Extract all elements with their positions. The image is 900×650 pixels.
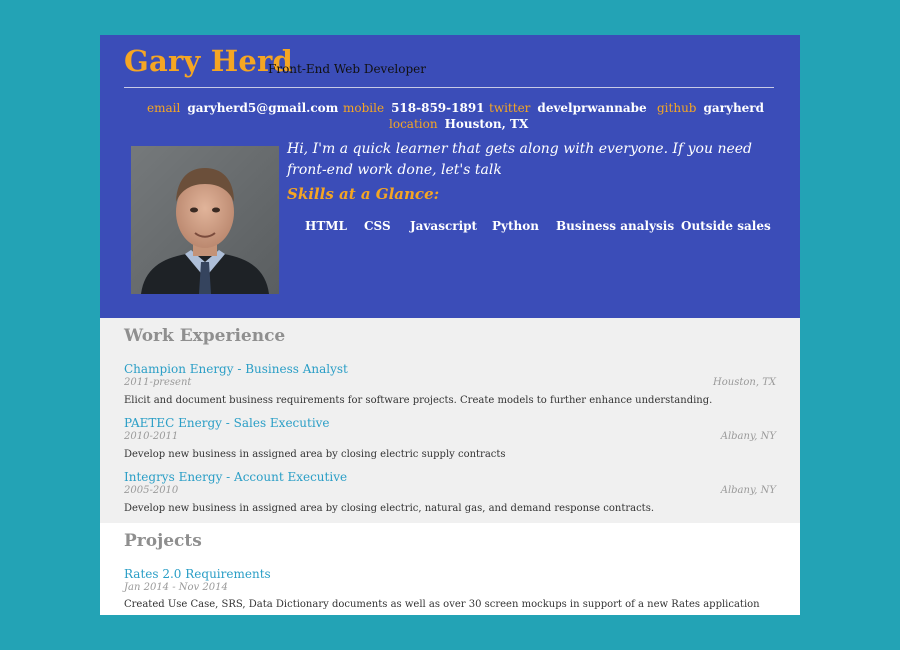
resume-card: Gary Herd Front-End Web Developer email g… [100,35,800,615]
contact-location: location Houston, TX [389,117,528,131]
job-title-paetec[interactable]: PAETEC Energy - Sales Executive [124,416,330,430]
bio-text: Hi, I'm a quick learner that gets along … [287,141,753,178]
job-dates-paetec: 2010-2011 [124,431,179,442]
project-dates-rates: Jan 2014 - Nov 2014 [124,582,228,593]
profile-photo-image [131,146,279,294]
person-role: Front-End Web Developer [268,62,427,76]
job-dates-integrys: 2005-2010 [124,485,179,496]
job-location-champion: Houston, TX [713,377,776,388]
contact-email-label: email [147,101,181,115]
resume-header: Gary Herd Front-End Web Developer email g… [100,35,800,318]
skill-css: CSS [364,219,391,233]
job-location-paetec: Albany, NY [720,431,776,442]
profile-photo [131,146,279,294]
contact-github[interactable]: github garyherd [657,101,764,115]
job-dates-champion: 2011-present [124,377,192,388]
contact-twitter[interactable]: twitter develprwannabe [489,101,647,115]
job-description-paetec: Develop new business in assigned area by… [124,449,506,460]
skill-javascript: Javascript [410,219,478,233]
contact-twitter-value[interactable]: develprwannabe [537,101,646,115]
skill-business-analysis: Business analysis [556,219,675,233]
contact-twitter-label: twitter [489,101,531,115]
contact-email[interactable]: email garyherd5@gmail.com [147,101,338,115]
contact-mobile-value[interactable]: 518-859-1891 [391,101,484,115]
job-title-integrys[interactable]: Integrys Energy - Account Executive [124,470,347,484]
project-title-rates[interactable]: Rates 2.0 Requirements [124,567,271,581]
projects-section: Projects Rates 2.0 Requirements Jan 2014… [100,523,800,615]
work-experience-heading: Work Experience [124,326,286,346]
contact-location-value: Houston, TX [444,117,529,131]
skill-python: Python [492,219,539,233]
contact-mobile[interactable]: mobile 518-859-1891 [343,101,485,115]
job-description-champion: Elicit and document business requirement… [124,395,713,406]
work-experience-section: Work Experience Champion Energy - Busine… [100,318,800,523]
contact-mobile-label: mobile [343,101,385,115]
skills-heading: Skills at a Glance: [287,185,440,203]
contact-github-label: github [657,101,697,115]
skill-html: HTML [305,219,347,233]
job-location-integrys: Albany, NY [720,485,776,496]
skill-outside-sales: Outside sales [681,219,771,233]
header-divider [124,87,774,88]
project-description-rates: Created Use Case, SRS, Data Dictionary d… [124,599,760,610]
contact-github-value[interactable]: garyherd [703,101,764,115]
job-title-champion[interactable]: Champion Energy - Business Analyst [124,362,348,376]
projects-heading: Projects [124,531,202,551]
contact-location-label: location [389,117,438,131]
contact-email-value[interactable]: garyherd5@gmail.com [187,101,338,115]
job-description-integrys: Develop new business in assigned area by… [124,503,655,514]
